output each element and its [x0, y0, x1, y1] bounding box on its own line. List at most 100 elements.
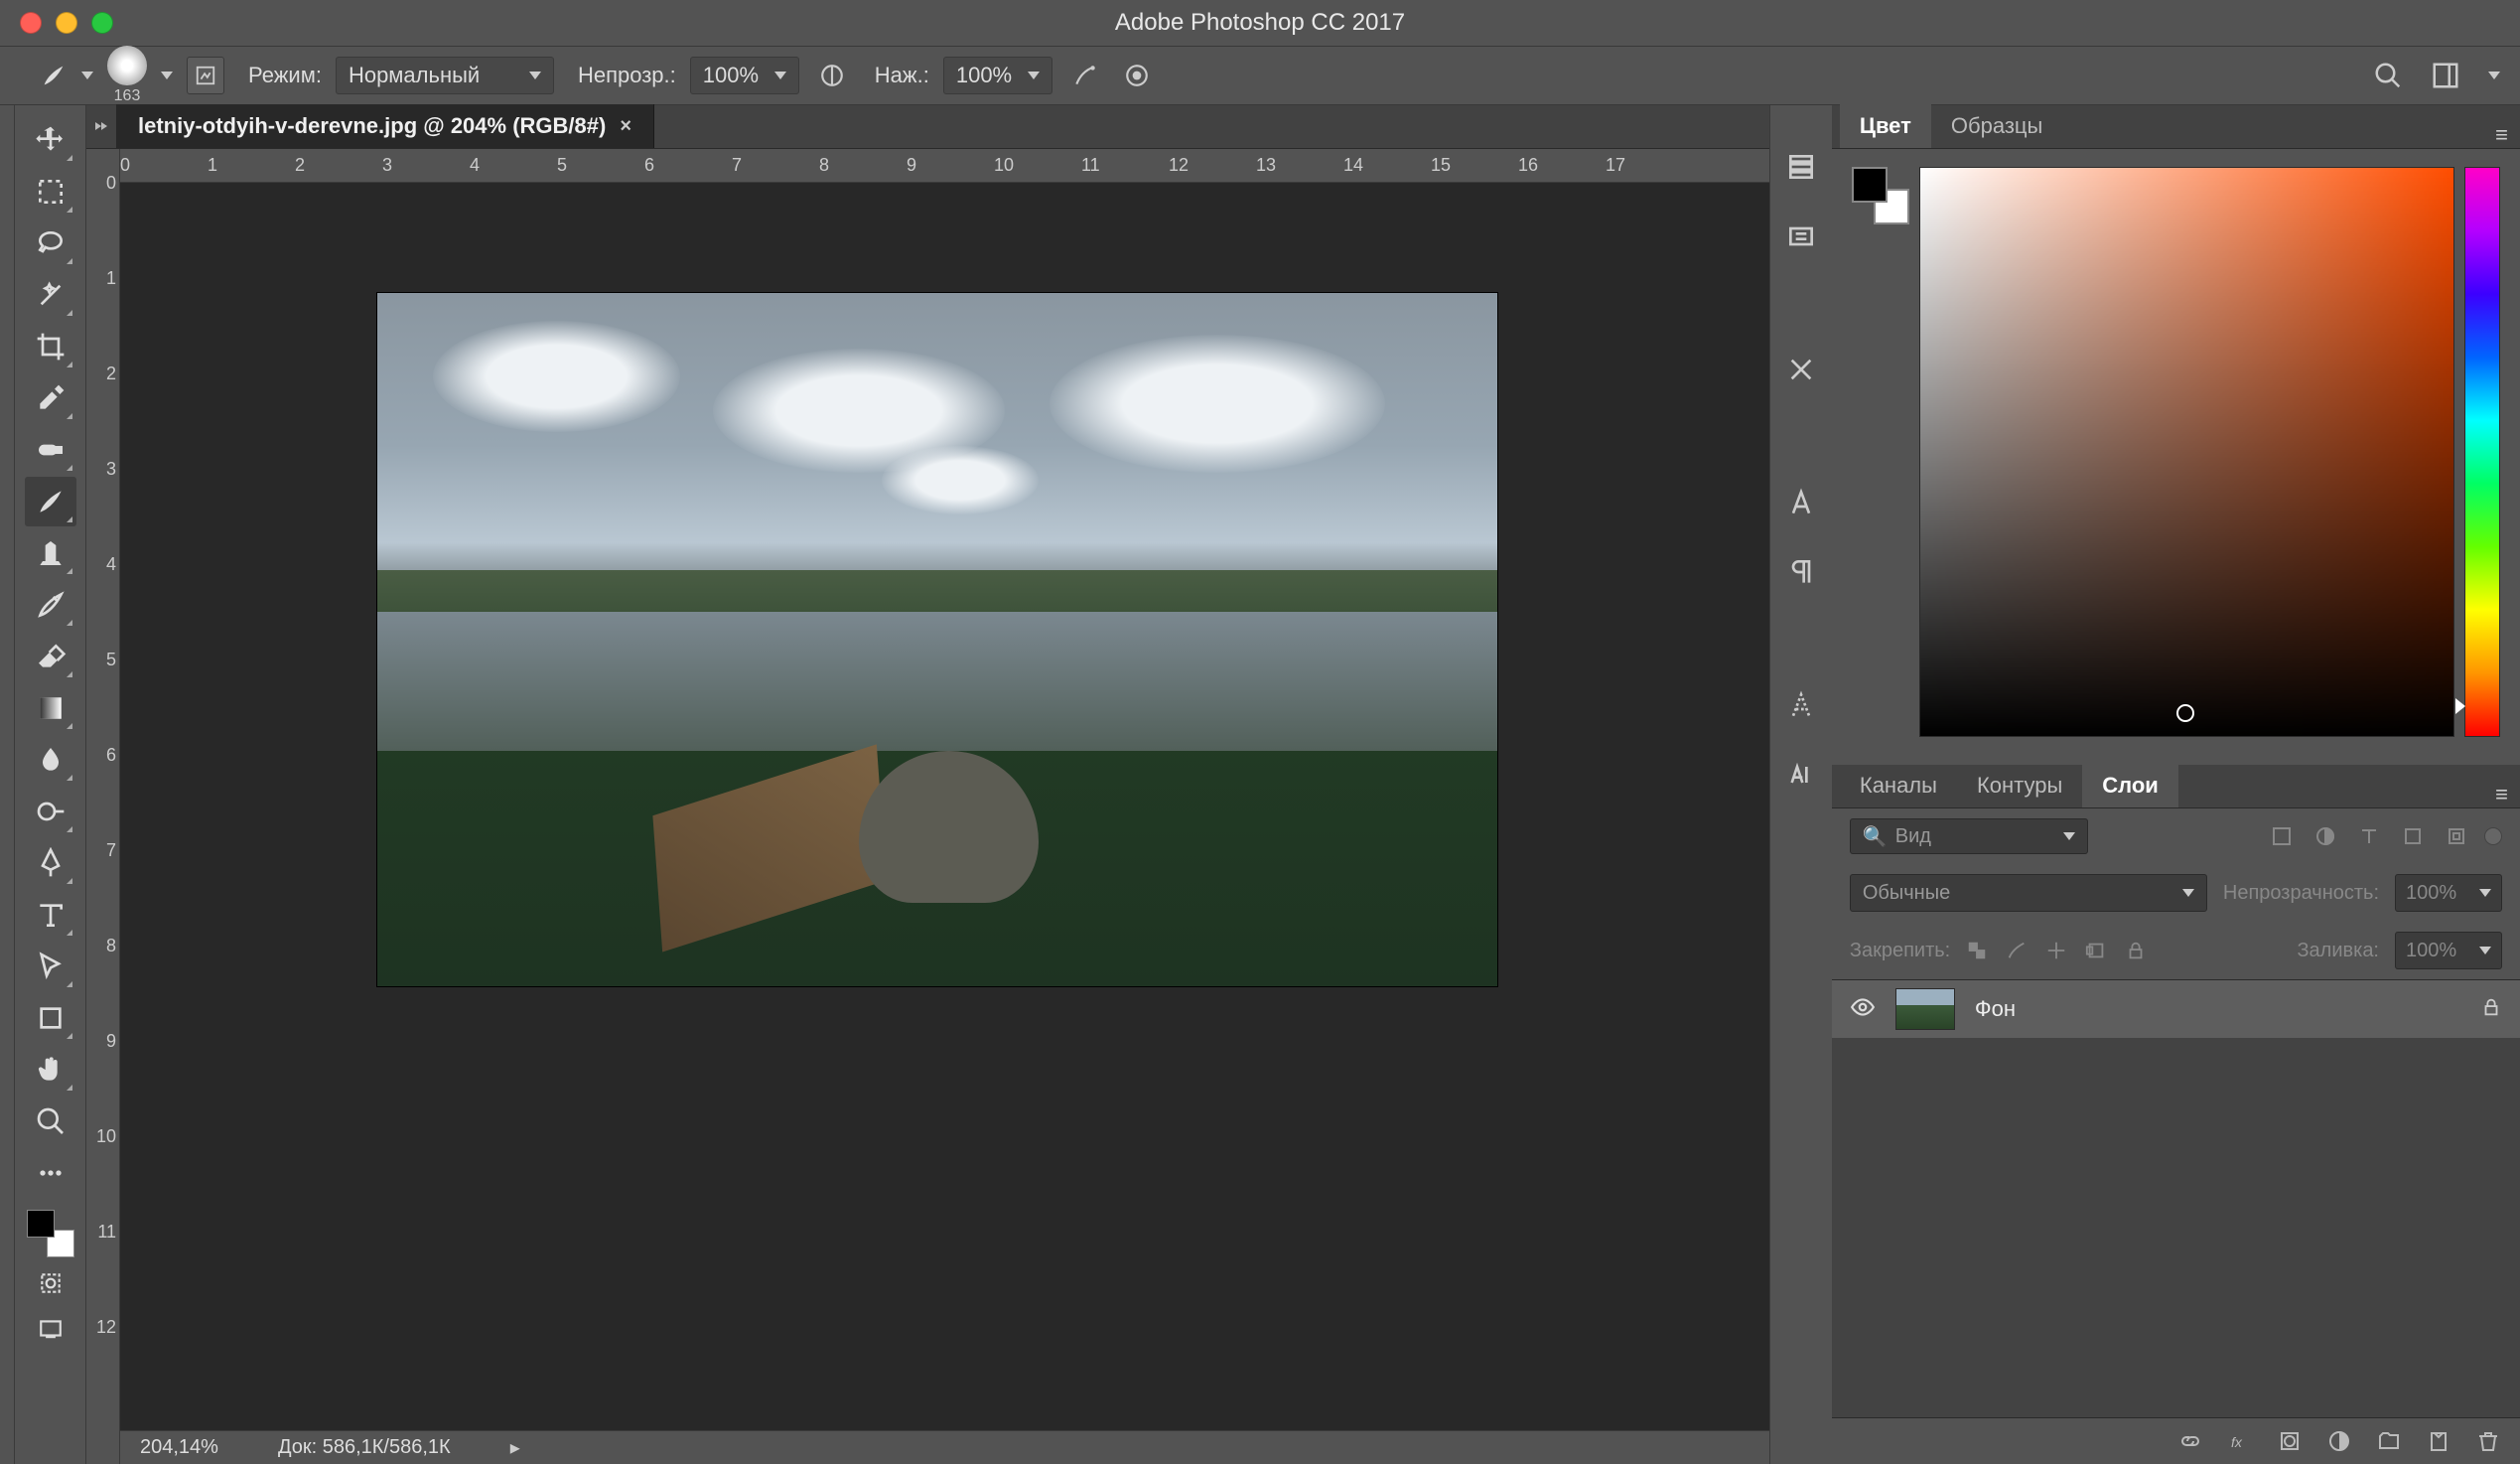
properties-panel-icon[interactable]: [1783, 219, 1819, 254]
link-layers-icon[interactable]: [2178, 1429, 2202, 1453]
current-tool-icon[interactable]: [40, 62, 68, 89]
crop-tool[interactable]: [25, 322, 76, 371]
screen-mode-button[interactable]: [31, 1309, 70, 1349]
adjustment-layer-icon[interactable]: [2327, 1429, 2351, 1453]
filter-pixel-icon[interactable]: [2270, 824, 2294, 848]
hue-slider[interactable]: [2464, 167, 2500, 737]
status-bar: 204,14% Док: 586,1К/586,1К ▸: [120, 1430, 1769, 1464]
document-tab[interactable]: letniy-otdyih-v-derevne.jpg @ 204% (RGB/…: [116, 104, 654, 148]
maximize-window-icon[interactable]: [91, 12, 113, 34]
blend-mode-dropdown[interactable]: Нормальный: [336, 57, 554, 94]
layer-fill-input[interactable]: 100%: [2395, 932, 2502, 969]
edit-toolbar-button[interactable]: [25, 1148, 76, 1198]
brush-panel-button[interactable]: [187, 57, 224, 94]
tab-swatches[interactable]: Образцы: [1931, 104, 2062, 148]
blur-tool[interactable]: [25, 735, 76, 785]
new-layer-icon[interactable]: [2427, 1429, 2450, 1453]
tab-layers[interactable]: Слои: [2082, 764, 2178, 807]
ruler-vertical[interactable]: 0123456789101112: [86, 149, 120, 1464]
lock-nested-icon[interactable]: [2085, 940, 2107, 961]
color-fgbg[interactable]: [1852, 167, 1909, 224]
move-tool[interactable]: [25, 115, 76, 165]
type-tool[interactable]: [25, 890, 76, 940]
close-tab-icon[interactable]: ×: [620, 115, 631, 138]
pressure-opacity-button[interactable]: [813, 57, 851, 94]
collapse-tabs-icon[interactable]: [86, 104, 116, 148]
lock-all-icon[interactable]: [2125, 940, 2147, 961]
filter-toggle[interactable]: [2484, 827, 2502, 845]
lock-pixels-icon[interactable]: [2006, 940, 2028, 961]
marquee-tool[interactable]: [25, 167, 76, 217]
workspace-dropdown-icon[interactable]: [2488, 72, 2500, 79]
ruler-horizontal[interactable]: 01234567891011121314151617: [86, 149, 1769, 183]
hand-tool[interactable]: [25, 1045, 76, 1095]
panel-menu-icon[interactable]: ≡: [2495, 122, 2508, 148]
lasso-tool[interactable]: [25, 219, 76, 268]
flow-dropdown[interactable]: 100%: [943, 57, 1052, 94]
paragraph-panel-icon[interactable]: [1783, 554, 1819, 590]
history-panel-icon[interactable]: [1783, 149, 1819, 185]
chevron-down-icon: [1028, 72, 1040, 79]
foreground-background-colors[interactable]: [27, 1210, 74, 1257]
layer-lock-icon[interactable]: [2480, 996, 2502, 1023]
sidebar-grip[interactable]: [0, 105, 15, 1464]
pressure-size-button[interactable]: [1118, 57, 1156, 94]
path-selection-tool[interactable]: [25, 942, 76, 991]
layer-thumbnail[interactable]: [1895, 988, 1955, 1030]
layer-mask-icon[interactable]: [2278, 1429, 2302, 1453]
tab-channels[interactable]: Каналы: [1840, 764, 1957, 807]
delete-layer-icon[interactable]: [2476, 1429, 2500, 1453]
canvas[interactable]: [120, 183, 1769, 1430]
brush-tool[interactable]: [25, 477, 76, 526]
right-panels: Цвет Образцы ≡ Каналы Контуры Слои ≡ 🔍Ви…: [1769, 105, 2520, 1464]
panel-menu-icon[interactable]: ≡: [2495, 782, 2508, 807]
pen-tool[interactable]: [25, 838, 76, 888]
filter-adjust-icon[interactable]: [2313, 824, 2337, 848]
zoom-level[interactable]: 204,14%: [140, 1436, 218, 1459]
shape-tool[interactable]: [25, 993, 76, 1043]
filter-smart-icon[interactable]: [2445, 824, 2468, 848]
clone-stamp-tool[interactable]: [25, 528, 76, 578]
brush-preview[interactable]: 163: [107, 46, 147, 105]
color-picker-ring-icon: [2176, 704, 2194, 722]
brush-dropdown-icon[interactable]: [161, 72, 173, 79]
close-window-icon[interactable]: [20, 12, 42, 34]
layer-fx-icon[interactable]: fx: [2228, 1429, 2252, 1453]
filter-type-icon[interactable]: [2357, 824, 2381, 848]
gradient-tool[interactable]: [25, 683, 76, 733]
workspace-icon[interactable]: [2431, 61, 2460, 90]
layer-name[interactable]: Фон: [1975, 996, 2016, 1022]
blend-mode-dropdown[interactable]: Обычные: [1850, 874, 2207, 912]
quick-mask-button[interactable]: [31, 1263, 70, 1303]
chevron-down-icon: [2063, 832, 2075, 840]
search-icon[interactable]: [2373, 61, 2403, 90]
history-brush-tool[interactable]: [25, 580, 76, 630]
zoom-tool[interactable]: [25, 1097, 76, 1146]
opacity-dropdown[interactable]: 100%: [690, 57, 799, 94]
airbrush-button[interactable]: [1066, 57, 1104, 94]
character-panel-icon[interactable]: [1783, 485, 1819, 520]
brushes-panel-icon[interactable]: [1783, 352, 1819, 387]
doc-size[interactable]: Док: 586,1К/586,1К: [278, 1436, 451, 1459]
char-styles-panel-icon[interactable]: [1783, 687, 1819, 723]
minimize-window-icon[interactable]: [56, 12, 77, 34]
eraser-tool[interactable]: [25, 632, 76, 681]
eyedropper-tool[interactable]: [25, 373, 76, 423]
para-styles-panel-icon[interactable]: [1783, 757, 1819, 793]
dodge-tool[interactable]: [25, 787, 76, 836]
layer-opacity-input[interactable]: 100%: [2395, 874, 2502, 912]
lock-transparent-icon[interactable]: [1966, 940, 1988, 961]
tab-color[interactable]: Цвет: [1840, 104, 1931, 148]
color-field[interactable]: [1919, 167, 2454, 737]
tab-paths[interactable]: Контуры: [1957, 764, 2082, 807]
layer-filter-dropdown[interactable]: 🔍Вид: [1850, 818, 2088, 854]
tool-preset-dropdown-icon[interactable]: [81, 72, 93, 79]
layer-row[interactable]: Фон: [1832, 980, 2520, 1038]
layer-visibility-icon[interactable]: [1850, 994, 1876, 1025]
layer-group-icon[interactable]: [2377, 1429, 2401, 1453]
healing-brush-tool[interactable]: [25, 425, 76, 475]
lock-position-icon[interactable]: [2045, 940, 2067, 961]
filter-shape-icon[interactable]: [2401, 824, 2425, 848]
status-arrow-icon[interactable]: ▸: [510, 1435, 520, 1460]
magic-wand-tool[interactable]: [25, 270, 76, 320]
